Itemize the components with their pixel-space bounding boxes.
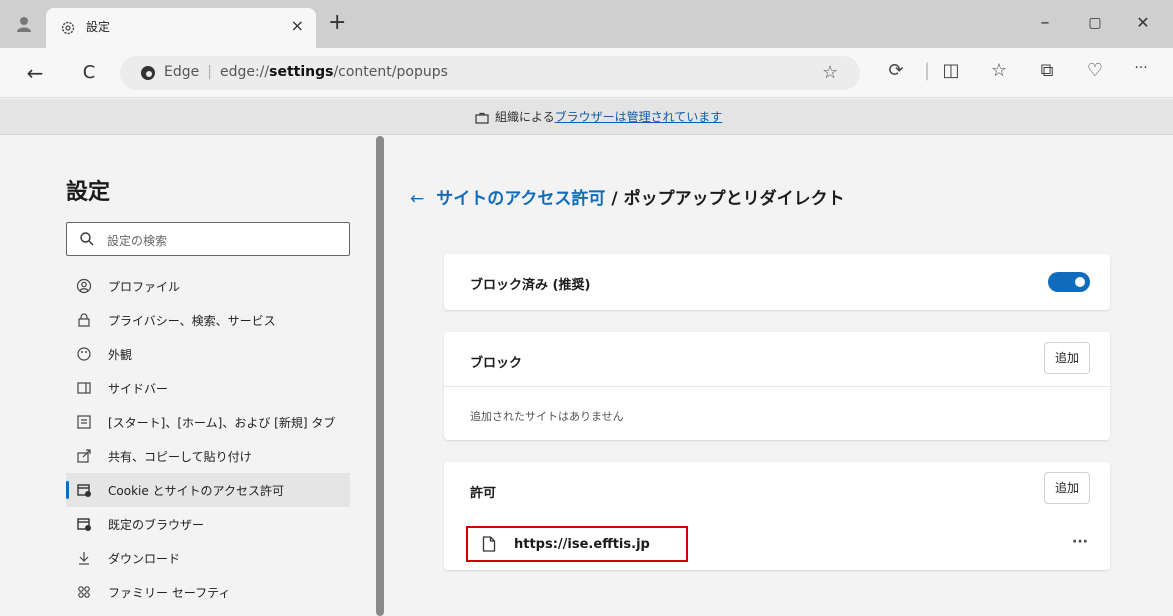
managed-banner: 組織によるブラウザーは管理されています (0, 99, 1173, 135)
search-placeholder: 設定の検索 (107, 234, 168, 248)
sidebar-item-family[interactable]: ファミリー セーフティ (66, 575, 350, 609)
allowed-site-url: https://ise.efftis.jp (514, 537, 650, 552)
sidebar-title: 設定 (66, 180, 111, 205)
sidebar-item-share[interactable]: 共有、コピーして貼り付け (66, 439, 350, 473)
browser-toolbar: ← C Edge | edge://settings/content/popups … (0, 48, 1173, 98)
url-bold: settings (269, 64, 334, 80)
breadcrumb-parent-link[interactable]: サイトのアクセス許可 (436, 189, 605, 209)
refresh-button[interactable]: C (78, 62, 100, 84)
sidebar-item-label: [スタート]、[ホーム]、および [新規] タブ (108, 416, 336, 430)
family-icon (78, 586, 90, 598)
lock-icon (78, 313, 90, 327)
sidebar-item-default-browser[interactable]: 既定のブラウザー (66, 507, 350, 541)
start-home-icon (77, 415, 91, 429)
active-tab[interactable]: 設定 × (46, 8, 316, 48)
favorite-star-icon[interactable]: ☆ (822, 62, 838, 83)
managed-link[interactable]: ブラウザーは管理されています (555, 110, 723, 124)
block-add-button[interactable]: 追加 (1044, 342, 1090, 374)
gear-icon (61, 21, 75, 35)
allow-section-title: 許可 (470, 486, 497, 501)
settings-search-input[interactable]: 設定の検索 (66, 222, 350, 256)
allow-add-button[interactable]: 追加 (1044, 472, 1090, 504)
sidebar-item-appearance[interactable]: 外観 (66, 337, 350, 371)
allow-section-card: 許可 追加 https://ise.efftis.jp ··· (444, 462, 1110, 570)
sidebar-item-label: プライバシー、検索、サービス (108, 314, 276, 328)
sidebar-item-cookies[interactable]: Cookie とサイトのアクセス許可 (66, 473, 350, 507)
new-tab-button[interactable]: + (328, 12, 346, 34)
sidebar-item-label: ファミリー セーフティ (108, 586, 231, 600)
breadcrumb-back-button[interactable]: ← (410, 189, 424, 209)
more-menu-button[interactable]: ··· (1128, 60, 1154, 76)
blocked-setting-label: ブロック済み (推奨) (470, 278, 591, 293)
tab-title: 設定 (86, 20, 111, 34)
toolbar-divider: | (923, 60, 931, 81)
minimize-button[interactable]: – (1030, 8, 1060, 38)
extensions-icon[interactable]: ⟳ (883, 60, 909, 81)
sidebar-icon (77, 382, 91, 394)
block-empty-text: 追加されたサイトはありません (470, 410, 624, 423)
profile-avatar-icon[interactable] (14, 14, 34, 34)
sidebar-item-profile[interactable]: プロファイル (66, 269, 350, 303)
briefcase-icon (475, 112, 489, 124)
download-icon (79, 552, 89, 565)
sidebar-scrollbar[interactable] (376, 136, 384, 616)
browser-essentials-icon[interactable]: ♡ (1082, 60, 1108, 81)
sidebar-item-label: ダウンロード (108, 552, 181, 566)
appearance-icon (77, 347, 91, 361)
omnibox-brand: Edge (164, 64, 200, 80)
sidebar-item-label: サイドバー (108, 382, 169, 396)
tab-close-button[interactable]: × (291, 16, 304, 35)
share-icon (77, 449, 91, 463)
document-icon (482, 536, 496, 552)
blocked-toggle[interactable] (1048, 272, 1090, 292)
profile-icon (76, 278, 92, 294)
edge-logo-icon (141, 66, 155, 80)
block-divider (444, 386, 1110, 387)
sidebar-item-label: 既定のブラウザー (108, 518, 205, 532)
block-section-card: ブロック 追加 追加されたサイトはありません (444, 332, 1110, 440)
collections-icon[interactable]: ⧉ (1034, 60, 1060, 81)
maximize-button[interactable]: ▢ (1080, 8, 1110, 38)
sidebar-item-label: 外観 (108, 348, 133, 362)
url-rest: /content/popups (333, 64, 448, 80)
search-icon (80, 232, 94, 246)
block-section-title: ブロック (470, 356, 523, 371)
address-bar[interactable]: Edge | edge://settings/content/popups ☆ (120, 56, 860, 90)
sidebar-item-privacy[interactable]: プライバシー、検索、サービス (66, 303, 350, 337)
managed-banner-text: 組織によるブラウザーは管理されています (475, 108, 722, 125)
banner-prefix: 組織による (495, 110, 555, 124)
address-text: Edge | edge://settings/content/popups (164, 64, 448, 80)
site-more-button[interactable]: ··· (1072, 534, 1088, 550)
allowed-site-row[interactable]: https://ise.efftis.jp (466, 526, 688, 562)
close-window-button[interactable]: ✕ (1128, 8, 1158, 38)
cookie-icon (77, 484, 91, 497)
blocked-setting-card: ブロック済み (推奨) (444, 254, 1110, 310)
main-content: ← サイトのアクセス許可 / ポップアップとリダイレクト ブロック済み (推奨) ブロ… (386, 136, 1173, 616)
tab-strip: 設定 × + – ▢ ✕ (0, 0, 1173, 48)
page-title: ポップアップとリダイレクト (623, 189, 845, 209)
default-browser-icon (77, 518, 91, 531)
omnibox-separator: | (207, 64, 212, 80)
breadcrumb: ← サイトのアクセス許可 / ポップアップとリダイレクト (410, 184, 845, 209)
favorites-icon[interactable]: ☆ (986, 60, 1012, 81)
sidebar-item-start-home[interactable]: [スタート]、[ホーム]、および [新規] タブ (66, 405, 350, 439)
sidebar-item-label: 共有、コピーして貼り付け (108, 450, 252, 464)
breadcrumb-separator: / (611, 189, 618, 209)
sidebar-item-sidebar[interactable]: サイドバー (66, 371, 350, 405)
split-screen-icon[interactable]: ◫ (938, 60, 964, 81)
settings-sidebar: 設定 設定の検索 プロファイル プライバシー、検索、サービス 外観 サイドバー … (0, 136, 380, 616)
back-button[interactable]: ← (24, 62, 46, 84)
sidebar-item-label: プロファイル (108, 280, 181, 294)
sidebar-item-label: Cookie とサイトのアクセス許可 (108, 484, 284, 498)
sidebar-item-downloads[interactable]: ダウンロード (66, 541, 350, 575)
url-prefix: edge:// (219, 64, 270, 80)
